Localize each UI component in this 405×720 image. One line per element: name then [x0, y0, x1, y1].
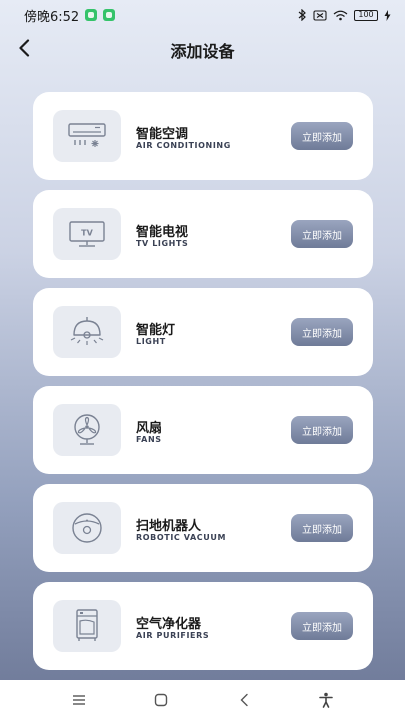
nav-menu-button[interactable]	[67, 688, 91, 712]
page-title: 添加设备	[170, 42, 235, 61]
status-time: 傍晚6:52	[24, 9, 80, 25]
device-name: 智能灯	[136, 323, 176, 338]
status-bar: 傍晚6:52 100	[0, 0, 405, 30]
device-name: 智能空调	[136, 127, 189, 142]
device-icon-box	[53, 404, 121, 456]
robot-vacuum-icon	[72, 513, 102, 543]
header: 添加设备	[0, 30, 405, 66]
nav-accessibility-button[interactable]	[314, 688, 338, 712]
device-icon-box	[53, 502, 121, 554]
system-nav-bar	[0, 680, 405, 720]
add-light-button[interactable]: 立即添加	[291, 318, 353, 346]
status-left: 傍晚6:52	[24, 6, 116, 25]
notification-app-icon-2	[103, 9, 116, 21]
status-right: 100	[297, 9, 391, 21]
bluetooth-icon	[298, 9, 306, 21]
device-subtitle: FANS	[136, 435, 162, 444]
nav-back-button[interactable]	[232, 688, 256, 712]
battery-icon: 100	[354, 9, 378, 21]
device-card-fan: 风扇 FANS 立即添加	[33, 386, 373, 474]
air-conditioner-icon	[68, 123, 106, 147]
fan-icon	[74, 414, 100, 445]
device-name: 扫地机器人	[136, 519, 202, 534]
nav-home-button[interactable]	[149, 688, 173, 712]
charging-icon	[384, 9, 391, 21]
device-name: 风扇	[136, 421, 163, 436]
device-list: 智能空调 AIR CONDITIONING 立即添加 TV 智能电视 TV LI…	[33, 92, 373, 680]
add-air-purifier-button[interactable]: 立即添加	[291, 612, 353, 640]
notification-app-icon	[85, 9, 98, 21]
lamp-icon	[70, 317, 104, 345]
device-card-robot-vacuum: 扫地机器人 ROBOTIC VACUUM 立即添加	[33, 484, 373, 572]
device-icon-box: TV	[53, 208, 121, 260]
device-icon-box	[53, 306, 121, 358]
device-icon-box	[53, 110, 121, 162]
sim-off-icon	[313, 9, 327, 21]
add-robot-vacuum-button[interactable]: 立即添加	[291, 514, 353, 542]
device-subtitle: LIGHT	[136, 337, 166, 346]
device-card-light: 智能灯 LIGHT 立即添加	[33, 288, 373, 376]
wifi-icon	[333, 10, 348, 20]
device-name: 智能电视	[136, 225, 189, 240]
back-triangle-icon	[240, 693, 248, 707]
tv-icon: TV	[69, 221, 105, 247]
device-subtitle: ROBOTIC VACUUM	[136, 533, 227, 542]
home-square-icon	[155, 693, 168, 707]
device-subtitle: AIR CONDITIONING	[136, 141, 231, 150]
device-name: 空气净化器	[136, 617, 202, 632]
add-tv-button[interactable]: 立即添加	[291, 220, 353, 248]
device-subtitle: AIR PURIFIERS	[136, 631, 210, 640]
device-icon-box	[53, 600, 121, 652]
accessibility-icon	[319, 692, 333, 708]
add-fan-button[interactable]: 立即添加	[291, 416, 353, 444]
device-card-tv: TV 智能电视 TV LIGHTS 立即添加	[33, 190, 373, 278]
menu-icon	[73, 695, 86, 705]
device-card-air-conditioning: 智能空调 AIR CONDITIONING 立即添加	[33, 92, 373, 180]
add-air-conditioning-button[interactable]: 立即添加	[291, 122, 353, 150]
svg-text:TV: TV	[81, 229, 93, 238]
device-card-air-purifier: 空气净化器 AIR PURIFIERS 立即添加	[33, 582, 373, 670]
device-subtitle: TV LIGHTS	[136, 239, 189, 248]
air-purifier-icon	[76, 609, 98, 641]
